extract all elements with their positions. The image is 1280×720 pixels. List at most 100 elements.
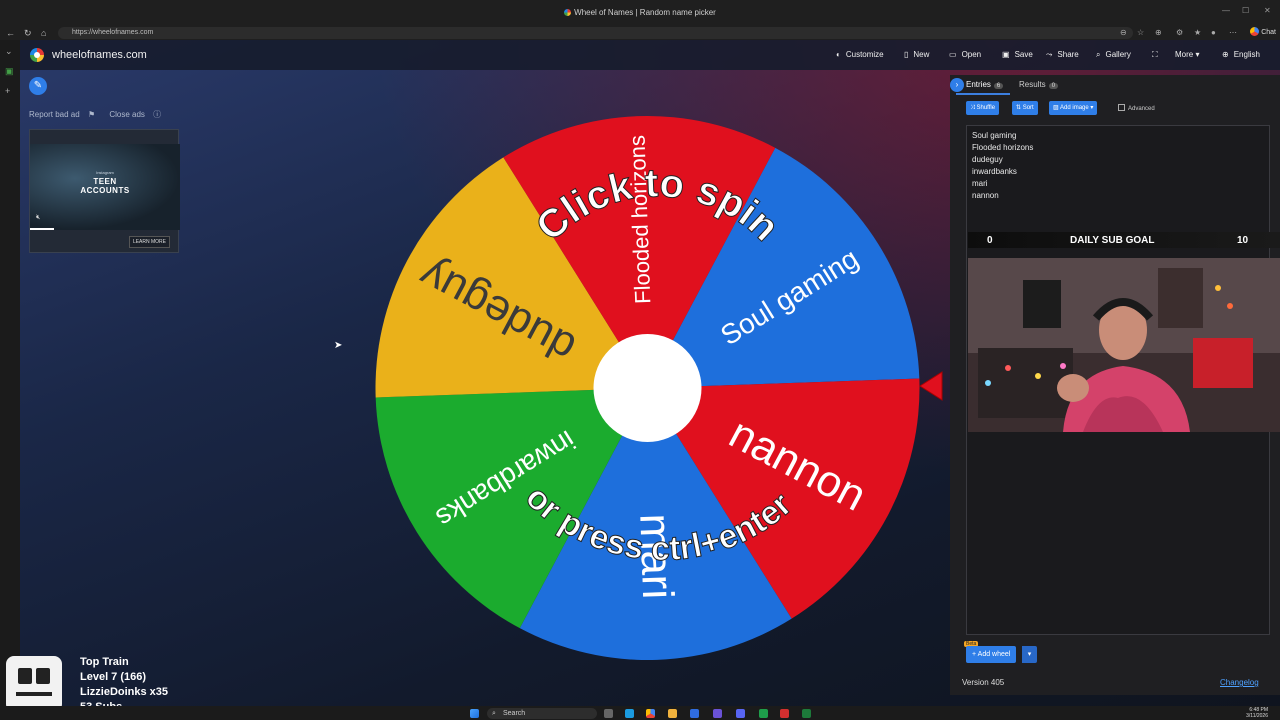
taskbar-clock[interactable]: 6:48 PM 3/11/2026 [1246,707,1268,719]
pencil-icon: ✎ [33,80,43,91]
add-tab-icon[interactable]: + [5,86,10,96]
chevron-icon[interactable]: ⌄ [5,46,13,57]
discord-icon[interactable] [736,709,745,718]
favorites-icon[interactable]: ★ [1194,28,1201,37]
add-wheel-button[interactable]: + Add wheel [966,646,1017,663]
fullscreen-icon: ⛶ [1152,50,1158,59]
mouse-cursor-icon: ➤ [334,340,343,351]
spotify-icon[interactable] [759,709,768,718]
edge-icon[interactable] [625,709,634,718]
site-info-icon[interactable]: ⊖ [1120,28,1127,37]
video-ad[interactable]: Instagram TEEN ACCOUNTS 🔇︎ LEARN MORE [29,129,180,253]
report-bad-ad-link[interactable]: Report bad ad ⚑ [29,110,101,119]
file-explorer-icon[interactable] [668,709,677,718]
teams-icon[interactable] [713,709,722,718]
version-label: Version 405 [962,678,1005,687]
save-button[interactable]: ▣ Save [1002,50,1033,59]
new-button[interactable]: ▯ New [904,50,929,59]
save-icon: ▣ [1002,50,1010,59]
webcam-image [968,258,1280,432]
webcam-feed [968,258,1280,432]
hype-train-top-contributor: LizzieDoinks x35 [80,686,169,698]
sort-icon: ⇅ [1016,105,1022,111]
gallery-button[interactable]: ⌕ Gallery [1096,50,1131,60]
excel-icon[interactable] [802,709,811,718]
list-item: mari [972,179,988,188]
reload-icon[interactable]: ↻ [24,27,32,39]
collapse-panel-icon[interactable]: › [950,78,964,92]
customize-button[interactable]: ◐ Customize [836,50,884,59]
site-name[interactable]: wheelofnames.com [52,49,147,61]
list-item: Flooded horizons [972,143,1034,152]
maximize-icon[interactable]: ☐ [1242,6,1249,15]
spin-wheel[interactable]: Soul gamingnannonmariinwardbanksdudeguyF… [360,104,960,704]
ad-headline: TEEN ACCOUNTS [80,177,130,195]
shuffle-icon: ⤨ [970,105,975,111]
address-bar: ← ↻ ⌂ https://wheelofnames.com ⊖ ☆ ⊕ ⚙ ★… [0,26,1280,40]
share-icon: ⤳ [1046,50,1053,59]
tab-results[interactable]: Results 0 [1019,80,1059,89]
wheel-pointer-icon [919,371,943,401]
info-icon: ⓘ [153,110,162,119]
browser-menu-icon[interactable]: ⋯ [1229,28,1237,37]
folder-icon: ▭ [949,50,957,59]
plus-icon: + [972,651,977,658]
search-icon: ⌕ [492,710,496,717]
shuffle-button[interactable]: ⤨ Shuffle [966,101,1000,115]
profile-avatar-icon[interactable]: ● [1211,28,1216,37]
learn-more-button[interactable]: LEARN MORE [128,236,170,248]
chevron-down-icon: ▾ [1195,50,1200,59]
add-image-button[interactable]: ▨ Add image ▾ [1049,101,1098,115]
entries-count-badge: 6 [993,83,1004,89]
fullscreen-button[interactable]: ⛶ [1152,50,1163,60]
file-icon: ▯ [904,50,909,59]
chevron-down-icon: ▾ [1027,651,1032,658]
globe-icon: ⊕ [1222,50,1229,59]
edit-pencil-button[interactable]: ✎ [29,77,47,95]
task-view-icon[interactable] [604,709,613,718]
chrome-icon[interactable] [646,709,655,718]
daily-sub-goal-bar: 0 DAILY SUB GOAL 10 [968,232,1280,248]
browser-side-panel: ⌄ ▣ + [0,40,20,720]
mute-icon[interactable]: 🔇︎ [36,214,40,222]
sub-goal-current: 0 [987,235,993,246]
extensions-icon[interactable]: ⊕ [1155,28,1162,37]
close-window-icon[interactable]: ✕ [1264,6,1271,15]
taskbar-search[interactable]: ⌕ Search [487,708,597,719]
sort-button[interactable]: ⇅ Sort [1012,101,1038,115]
store-icon[interactable] [690,709,699,718]
copilot-icon [1250,27,1260,36]
more-button[interactable]: More ▾ [1175,50,1199,59]
wheel-center[interactable] [593,334,702,442]
language-button[interactable]: ⊕ English [1222,50,1260,59]
chevron-down-icon: ▾ [1090,105,1094,111]
bookmark-icon[interactable]: ☆ [1137,28,1144,37]
train-icon [6,656,62,712]
share-button[interactable]: ⤳ Share [1046,50,1079,60]
add-wheel-dropdown[interactable]: ▾ [1022,646,1037,663]
list-item: Soul gaming [972,131,1017,140]
minimize-icon[interactable]: — [1222,6,1230,15]
wheel-logo-icon[interactable] [30,48,44,62]
changelog-link[interactable]: Changelog [1220,678,1259,687]
back-icon[interactable]: ← [6,27,15,39]
open-button[interactable]: ▭ Open [949,50,981,59]
search-icon: ⌕ [1096,50,1101,59]
settings-icon[interactable]: ⚙ [1176,28,1183,37]
chat-button[interactable]: Chat [1250,27,1276,36]
url-field[interactable]: https://wheelofnames.com [58,27,1133,39]
palette-icon: ◐ [836,50,841,59]
ad-video-frame[interactable]: Instagram TEEN ACCOUNTS 🔇︎ [30,144,180,230]
checkbox-icon [1118,104,1125,111]
advanced-checkbox[interactable]: Advanced [1118,104,1155,112]
close-ads-link[interactable]: Close ads ⓘ [109,110,167,119]
list-item: nannon [972,191,999,200]
tab-entries[interactable]: Entries 6 [966,80,1004,89]
home-icon[interactable]: ⌂ [41,27,46,39]
obs-icon[interactable] [780,709,789,718]
tab-icon[interactable]: ▣ [5,66,14,77]
windows-start-icon[interactable] [470,709,479,718]
windows-taskbar: ⌕ Search 6:48 PM 3/11/2026 [0,706,1280,720]
window-title: Wheel of Names | Random name picker [0,8,1280,17]
ad-brand: Instagram [96,170,114,175]
